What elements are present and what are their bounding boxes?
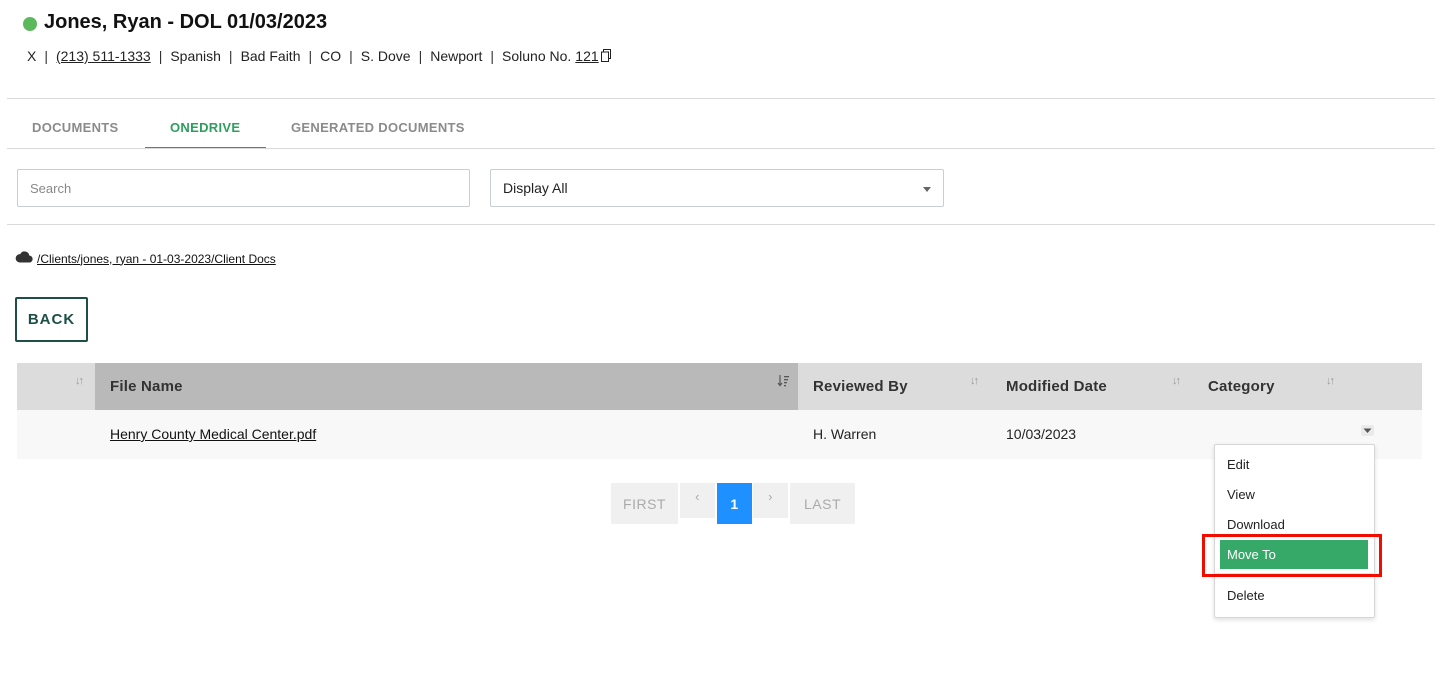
column-header-reviewed-by[interactable]: Reviewed By — [813, 378, 908, 395]
pagination-first[interactable]: FIRST — [611, 483, 678, 524]
pagination-page-current[interactable]: 1 — [717, 483, 752, 524]
chevron-down-icon — [923, 187, 931, 192]
sort-descending-icon[interactable] — [777, 374, 790, 392]
phone-link[interactable]: (213) 511-1333 — [56, 48, 151, 64]
reviewed-by-cell: H. Warren — [813, 426, 877, 442]
breadcrumb: /Clients/jones, ryan - 01-03-2023/Client… — [15, 251, 276, 266]
status-indicator — [23, 17, 37, 31]
meta-separator: | — [228, 48, 233, 64]
menu-item-view[interactable]: View — [1227, 487, 1255, 502]
tab-generated-documents[interactable]: GENERATED DOCUMENTS — [291, 120, 465, 135]
file-name-header-bg — [95, 363, 798, 410]
pagination-last[interactable]: LAST — [790, 483, 855, 524]
tab-documents[interactable]: DOCUMENTS — [32, 120, 118, 135]
meta-separator: | — [158, 48, 163, 64]
menu-divider — [1215, 573, 1373, 574]
sort-icon[interactable]: ↓↑ — [970, 375, 979, 387]
meta-x: X — [27, 48, 37, 64]
tab-onedrive[interactable]: ONEDRIVE — [170, 120, 240, 135]
pagination-next[interactable]: › — [753, 483, 788, 518]
cloud-icon — [15, 251, 33, 266]
annotation-highlight-box — [1202, 534, 1382, 577]
meta-case-type: Bad Faith — [240, 48, 301, 64]
menu-item-edit[interactable]: Edit — [1227, 457, 1249, 472]
copy-icon[interactable] — [600, 49, 611, 62]
page-title: Jones, Ryan - DOL 01/03/2023 — [44, 11, 328, 33]
search-input[interactable] — [17, 169, 470, 207]
menu-item-download[interactable]: Download — [1227, 517, 1285, 532]
menu-item-delete[interactable]: Delete — [1227, 588, 1265, 603]
pagination-prev[interactable]: ‹ — [680, 483, 715, 518]
soluno-number-link[interactable]: 121 — [575, 48, 598, 64]
header-divider — [7, 98, 1435, 99]
tabs-divider — [7, 148, 1435, 149]
meta-attorney: S. Dove — [360, 48, 411, 64]
modified-date-cell: 10/03/2023 — [1006, 426, 1077, 442]
meta-soluno-label: Soluno No. — [502, 48, 572, 64]
client-meta-bar: X | (213) 511-1333 | Spanish | Bad Faith… — [27, 48, 611, 64]
file-name-link[interactable]: Henry County Medical Center.pdf — [110, 426, 316, 442]
column-header-file-name[interactable]: File Name — [110, 378, 183, 395]
meta-language: Spanish — [170, 48, 221, 64]
meta-separator: | — [490, 48, 495, 64]
meta-separator: | — [44, 48, 48, 64]
sort-icon[interactable]: ↓↑ — [1172, 375, 1181, 387]
breadcrumb-path-link[interactable]: /Clients/jones, ryan - 01-03-2023/Client… — [37, 252, 276, 266]
meta-office: Newport — [430, 48, 483, 64]
meta-state: CO — [320, 48, 342, 64]
sort-icon[interactable]: ↓↑ — [75, 375, 84, 387]
filters-divider — [7, 224, 1435, 225]
meta-separator: | — [418, 48, 423, 64]
meta-separator: | — [308, 48, 313, 64]
back-button[interactable]: BACK — [15, 297, 88, 342]
sort-icon[interactable]: ↓↑ — [1326, 375, 1335, 387]
display-filter-value: Display All — [503, 180, 568, 196]
meta-separator: | — [349, 48, 353, 64]
display-filter-select[interactable]: Display All — [490, 169, 944, 207]
column-header-category[interactable]: Category — [1208, 378, 1275, 395]
row-actions-dropdown-icon[interactable] — [1361, 423, 1374, 436]
column-header-modified-date[interactable]: Modified Date — [1006, 378, 1107, 395]
